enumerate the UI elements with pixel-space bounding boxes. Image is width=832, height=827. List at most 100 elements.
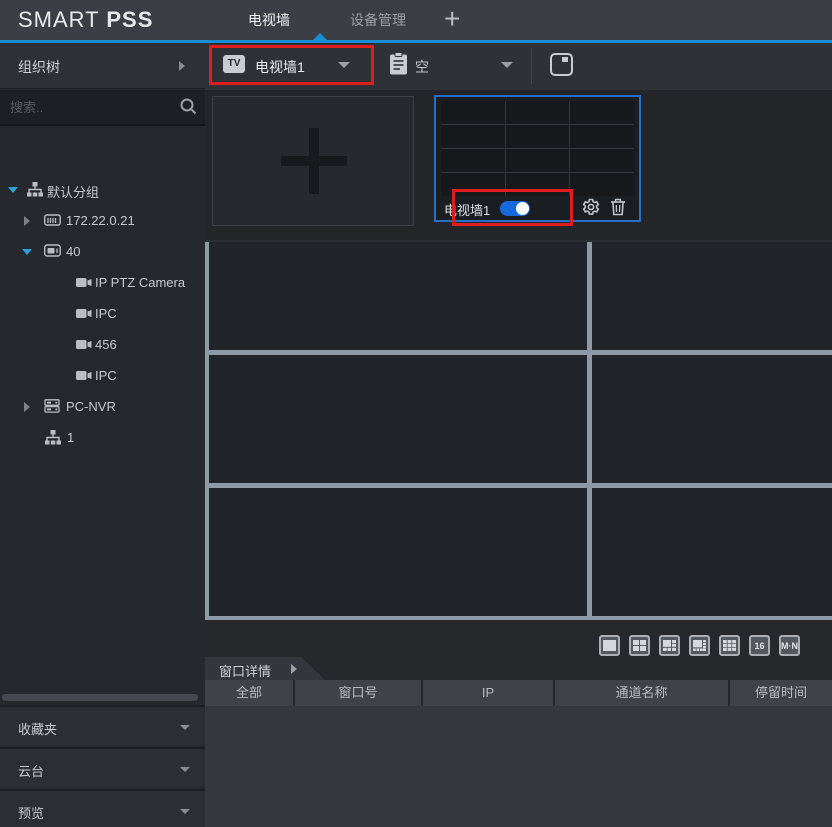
- tree-item-label: IPC: [95, 306, 117, 321]
- sidebar: 组织树 默认分组 172.22.0.21: [0, 43, 205, 827]
- tree-item-label: IPC: [95, 368, 117, 383]
- tv-icon: TV: [223, 55, 245, 73]
- wall-card-tvwall1[interactable]: 电视墙1: [434, 95, 641, 222]
- add-wall-card[interactable]: [212, 96, 414, 226]
- smartpss-window: SMART PSS 电视墙 设备管理 + 组织树 默认分组: [0, 0, 832, 827]
- plus-icon: [281, 156, 347, 166]
- collapse-icon[interactable]: [8, 187, 18, 193]
- details-table-header: 全部 窗口号 IP 通道名称 停留时间: [205, 680, 832, 706]
- gear-icon[interactable]: [582, 198, 600, 221]
- tree-item-label: PC-NVR: [66, 399, 116, 414]
- wall-screen-cell[interactable]: [592, 242, 832, 350]
- window-details-tab[interactable]: 窗口详情: [205, 657, 325, 680]
- expand-icon[interactable]: [24, 216, 30, 226]
- layout-4-split-button[interactable]: [629, 635, 650, 656]
- tree-item-default-group[interactable]: 默认分组: [0, 175, 205, 206]
- scheme-selector-value[interactable]: 空: [415, 57, 429, 77]
- layout-mn-split-button[interactable]: M·N: [779, 635, 800, 656]
- wall-selector-caret-icon[interactable]: [338, 62, 350, 68]
- chevron-down-icon: [180, 725, 190, 730]
- collapse-icon[interactable]: [22, 249, 32, 255]
- details-table-body: [205, 706, 832, 827]
- tree-item-label: 456: [95, 337, 117, 352]
- nvr-icon: [44, 399, 60, 418]
- tree-item-40[interactable]: 40: [0, 237, 205, 268]
- org-tree-panel-header[interactable]: 组织树: [0, 43, 205, 89]
- chevron-down-icon: [180, 767, 190, 772]
- toolbar-divider: [531, 48, 532, 84]
- group-icon: [45, 430, 61, 450]
- column-all[interactable]: 全部: [205, 680, 293, 706]
- tree-item-172-22-0-21[interactable]: 172.22.0.21: [0, 206, 205, 237]
- wall-toolbar: TV 电视墙1 空: [205, 43, 832, 90]
- column-window-no: 窗口号: [295, 680, 421, 706]
- wall-screen-cell[interactable]: [209, 488, 587, 616]
- wall-display-grid: [205, 242, 832, 620]
- layout-1-split-button[interactable]: [599, 635, 620, 656]
- column-ip: IP: [423, 680, 553, 706]
- panel-ptz[interactable]: 云台: [0, 747, 205, 788]
- search-bar: [0, 90, 205, 126]
- tree-item-1[interactable]: 1: [0, 423, 205, 454]
- tree-item-ipc-2[interactable]: IPC: [0, 361, 205, 392]
- tab-device-management[interactable]: 设备管理: [350, 0, 406, 40]
- search-icon[interactable]: [180, 98, 197, 120]
- tree-item-label: 1: [67, 430, 74, 445]
- wall-screen-cell[interactable]: [592, 355, 832, 483]
- search-input[interactable]: [0, 90, 170, 124]
- panel-preview[interactable]: 预览: [0, 789, 205, 827]
- wall-screen-cell[interactable]: [592, 488, 832, 616]
- save-button[interactable]: [549, 52, 574, 82]
- chevron-right-icon: [291, 664, 297, 674]
- device-icon: [44, 244, 61, 262]
- wall-card-name: 电视墙1: [444, 200, 490, 219]
- panel-preview-label: 预览: [18, 803, 44, 822]
- bottom-strip: 16 M·N 窗口详情: [205, 620, 832, 680]
- wall-selector-value[interactable]: 电视墙1: [255, 57, 305, 77]
- tree-horizontal-scrollbar[interactable]: [2, 694, 198, 701]
- expand-icon[interactable]: [24, 402, 30, 412]
- active-tab-notch: [313, 33, 327, 40]
- tree-item-label: 172.22.0.21: [66, 213, 135, 228]
- device-tree: 默认分组 172.22.0.21 40 IP PTZ: [0, 132, 205, 692]
- camera-icon: [76, 275, 92, 293]
- panel-favorites-label: 收藏夹: [18, 719, 57, 738]
- camera-icon: [76, 306, 92, 324]
- wall-screen-cell[interactable]: [209, 355, 587, 483]
- wall-layout-preview: [441, 101, 634, 196]
- toggle-knob: [516, 202, 529, 215]
- panel-ptz-label: 云台: [18, 761, 44, 780]
- tree-item-label: IP PTZ Camera: [95, 275, 185, 290]
- tree-item-ip-ptz-camera[interactable]: IP PTZ Camera: [0, 268, 205, 299]
- app-logo: SMART PSS: [18, 7, 153, 33]
- layout-8-split-button[interactable]: [689, 635, 710, 656]
- org-tree-title: 组织树: [18, 57, 60, 77]
- column-dwell-time: 停留时间: [730, 680, 832, 706]
- add-tab-button[interactable]: +: [444, 3, 460, 35]
- scheme-selector-caret-icon[interactable]: [501, 62, 513, 68]
- chevron-down-icon: [180, 809, 190, 814]
- layout-16-label: 16: [754, 641, 764, 651]
- layout-6-split-button[interactable]: [659, 635, 680, 656]
- wall-screen-cell[interactable]: [209, 242, 587, 350]
- split-layout-bar: 16 M·N: [599, 635, 800, 656]
- tree-item-pc-nvr[interactable]: PC-NVR: [0, 392, 205, 423]
- tree-item-456[interactable]: 456: [0, 330, 205, 361]
- layout-16-split-button[interactable]: 16: [749, 635, 770, 656]
- column-channel-name: 通道名称: [555, 680, 728, 706]
- wall-enable-toggle[interactable]: [500, 201, 530, 216]
- window-details-label: 窗口详情: [219, 661, 271, 680]
- logo-smart: SMART: [18, 7, 99, 32]
- tree-item-label: 默认分组: [47, 182, 99, 201]
- trash-icon[interactable]: [610, 198, 626, 221]
- task-icon: [389, 52, 408, 81]
- layout-9-split-button[interactable]: [719, 635, 740, 656]
- chevron-right-icon: [179, 61, 185, 71]
- panel-favorites[interactable]: 收藏夹: [0, 705, 205, 746]
- tab-tv-wall[interactable]: 电视墙: [248, 0, 290, 40]
- device-icon: [44, 213, 61, 231]
- camera-icon: [76, 337, 92, 355]
- tree-item-ipc-1[interactable]: IPC: [0, 299, 205, 330]
- wall-thumbnail-strip: 电视墙1: [205, 90, 832, 240]
- camera-icon: [76, 368, 92, 386]
